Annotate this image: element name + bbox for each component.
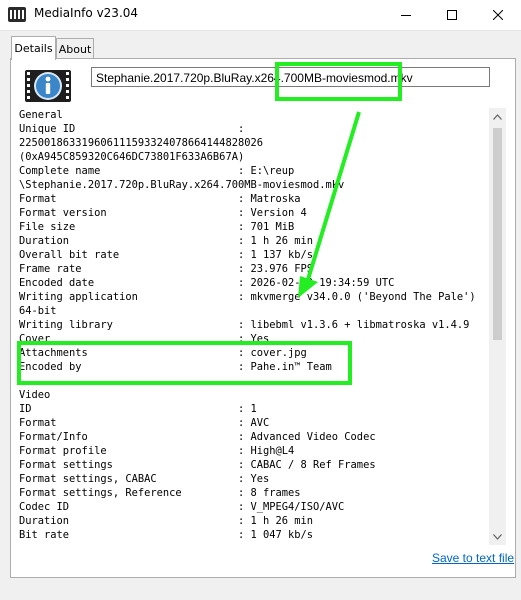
info-line: (0xA945C859320C646DC73801F633A6B67A)	[19, 151, 245, 163]
info-line: Encoded by : Pahe.in™ Team	[19, 361, 332, 373]
info-line: Format/Info : Advanced Video Codec	[19, 431, 376, 443]
minimize-button[interactable]	[383, 0, 429, 30]
vertical-scrollbar[interactable]	[489, 108, 506, 545]
info-line: ID : 1	[19, 403, 257, 415]
info-line: Duration : 1 h 26 min	[19, 235, 314, 247]
info-line: Format settings, Reference : 8 frames	[19, 487, 301, 499]
info-line: 64-bit	[19, 305, 57, 317]
scroll-up-button[interactable]	[489, 108, 506, 125]
file-name-field[interactable]: Stephanie.2017.720p.BluRay.x264.700MB-mo…	[91, 67, 490, 87]
info-line: Overall bit rate : 1 137 kb/s	[19, 249, 314, 261]
maximize-button[interactable]	[429, 0, 475, 30]
info-line: File size : 701 MiB	[19, 221, 295, 233]
info-line: Writing library : libebml v1.3.6 + libma…	[19, 319, 470, 331]
chevron-down-icon	[493, 533, 502, 540]
mediainfo-info-icon	[25, 70, 71, 102]
info-line: 225001863319606111593324078664144828026	[19, 137, 263, 149]
info-line: Encoded date : 2026-02-10 19:34:59 UTC	[19, 277, 395, 289]
tab-about[interactable]: About	[56, 38, 94, 59]
minimize-icon	[401, 15, 411, 16]
info-line: Format version : Version 4	[19, 207, 307, 219]
close-button[interactable]	[475, 0, 521, 30]
info-line: \Stephanie.2017.720p.BluRay.x264.700MB-m…	[19, 179, 345, 191]
info-line: Format : AVC	[19, 417, 270, 429]
info-line: Format settings, CABAC : Yes	[19, 473, 270, 485]
chevron-up-icon	[493, 113, 502, 120]
maximize-icon	[447, 10, 457, 20]
info-line: Format profile : High@L4	[19, 445, 295, 457]
window-title: MediaInfo v23.04	[34, 6, 139, 20]
info-line: General	[19, 109, 63, 121]
info-line: Attachments : cover.jpg	[19, 347, 307, 359]
title-bar[interactable]: MediaInfo v23.04	[0, 0, 521, 31]
tab-details[interactable]: Details	[11, 36, 56, 60]
mediainfo-app-icon	[8, 7, 26, 22]
scroll-thumb[interactable]	[493, 128, 502, 340]
info-line: Unique ID :	[19, 123, 245, 135]
info-line: Format : Matroska	[19, 193, 301, 205]
info-line: Format settings : CABAC / 8 Ref Frames	[19, 459, 376, 471]
close-icon	[493, 10, 503, 20]
info-line: Cover : Yes	[19, 333, 270, 345]
info-line: Video	[19, 389, 51, 401]
info-line: Duration : 1 h 26 min	[19, 515, 314, 527]
info-line: Complete name : E:\reup	[19, 165, 295, 177]
info-line	[19, 374, 489, 388]
media-info-text[interactable]: General Unique ID : 2250018633196061115933…	[19, 108, 489, 544]
info-line: Writing application : mkvmerge v34.0.0 (…	[19, 291, 476, 303]
scroll-down-button[interactable]	[489, 528, 506, 545]
info-line: Codec ID : V_MPEG4/ISO/AVC	[19, 501, 345, 513]
info-line: Bit rate : 1 047 kb/s	[19, 529, 314, 541]
info-line: Frame rate : 23.976 FPS	[19, 263, 314, 275]
save-to-text-file-link[interactable]: Save to text file	[432, 551, 514, 565]
